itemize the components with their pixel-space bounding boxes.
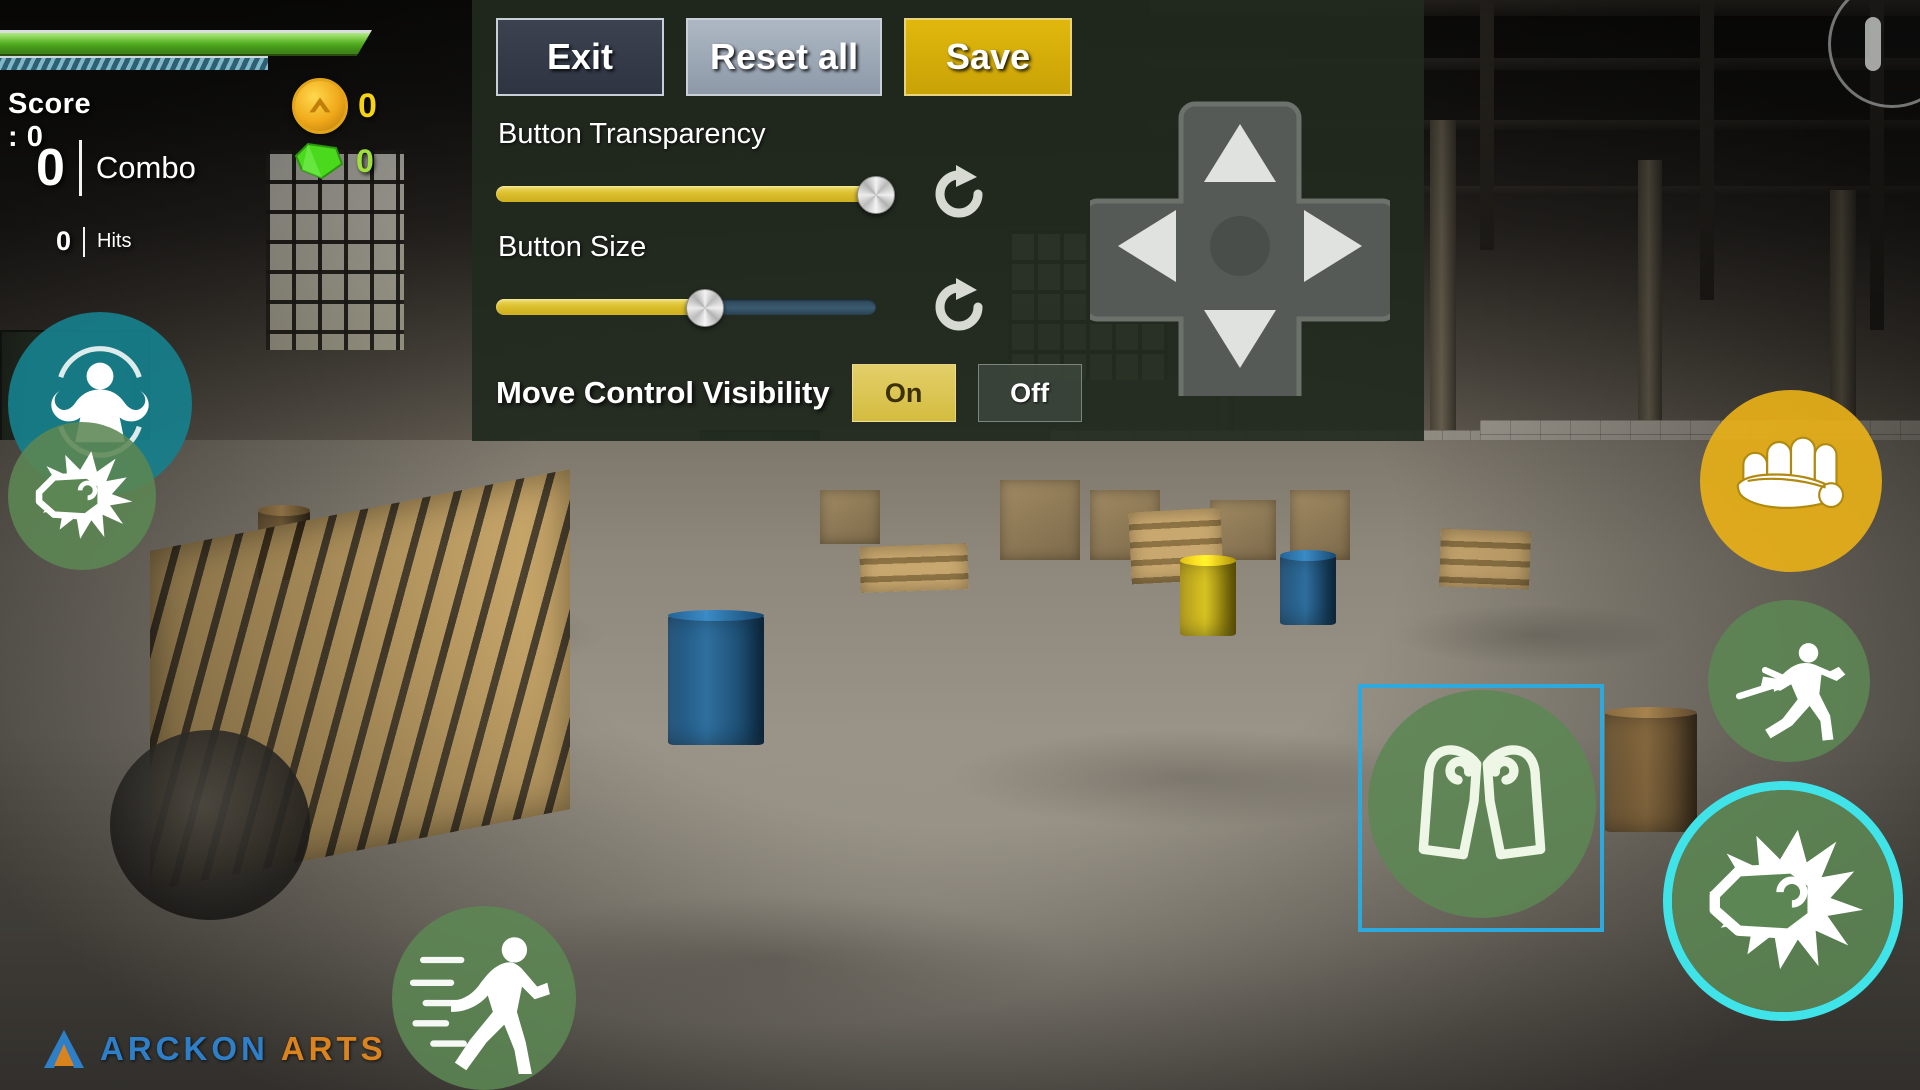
combo-value: 0 (36, 139, 65, 197)
studio-name-secondary: ARTS (280, 1030, 387, 1067)
action-button-grab[interactable] (1700, 390, 1882, 572)
studio-name-primary: ARCKON (100, 1030, 269, 1067)
hits-label: Hits (97, 230, 132, 252)
coin-value: 0 (358, 86, 377, 125)
slider-fill (496, 299, 705, 315)
move-control-visibility-label: Move Control Visibility (496, 375, 830, 410)
button-transparency-slider[interactable] (496, 172, 895, 216)
combo-label: Combo (95, 150, 196, 185)
visibility-off-button[interactable]: Off (977, 364, 1082, 422)
slider-thumb[interactable] (857, 176, 895, 214)
hits-separator (83, 226, 86, 257)
action-button-block[interactable] (1368, 690, 1596, 918)
panel-button-row: Exit Reset all Save (496, 18, 1400, 96)
action-button-punch[interactable] (1672, 790, 1894, 1012)
two-fists-block-icon (1418, 745, 1546, 860)
reset-all-button[interactable]: Reset all (686, 18, 883, 96)
movement-dpad[interactable] (1090, 96, 1390, 396)
reset-rotate-icon[interactable] (928, 163, 990, 225)
combo-readout: 0 Combo (36, 140, 196, 196)
hits-value: 0 (56, 226, 72, 256)
health-bar (0, 30, 372, 56)
exit-button[interactable]: Exit (496, 18, 664, 96)
action-button-dodge[interactable] (1708, 600, 1870, 762)
studio-logo: ARCKON ARTS (40, 1026, 387, 1072)
hits-readout: 0 Hits (56, 226, 131, 257)
combo-separator (78, 140, 82, 196)
reset-rotate-icon[interactable] (928, 276, 990, 338)
slider-thumb[interactable] (686, 289, 724, 327)
button-size-slider[interactable] (496, 285, 876, 329)
running-figure-icon (409, 937, 550, 1074)
stamina-bar (0, 56, 268, 70)
coin-counter: 0 (292, 78, 377, 134)
gem-icon (292, 140, 346, 182)
gem-value: 0 (356, 142, 374, 179)
dodge-roll-icon (1735, 643, 1846, 741)
action-button-sprint[interactable] (392, 906, 576, 1090)
gem-counter: 0 (292, 140, 374, 182)
pause-icon (1865, 17, 1881, 71)
fist-impact-icon (1708, 829, 1864, 970)
action-button-punch-left[interactable] (8, 422, 156, 570)
fist-impact-icon (35, 451, 133, 539)
slider-fill (496, 186, 876, 202)
coin-icon (292, 78, 348, 134)
arckon-logo-mark (44, 1030, 84, 1068)
game-screen: Score : 0 0 Combo 0 Hits 0 0 Exit Reset … (0, 0, 1920, 1090)
studio-logo-text: ARCKON ARTS (100, 1030, 387, 1068)
save-button[interactable]: Save (904, 18, 1073, 96)
visibility-on-button[interactable]: On (851, 364, 956, 422)
knuckle-fist-icon (1736, 436, 1845, 509)
